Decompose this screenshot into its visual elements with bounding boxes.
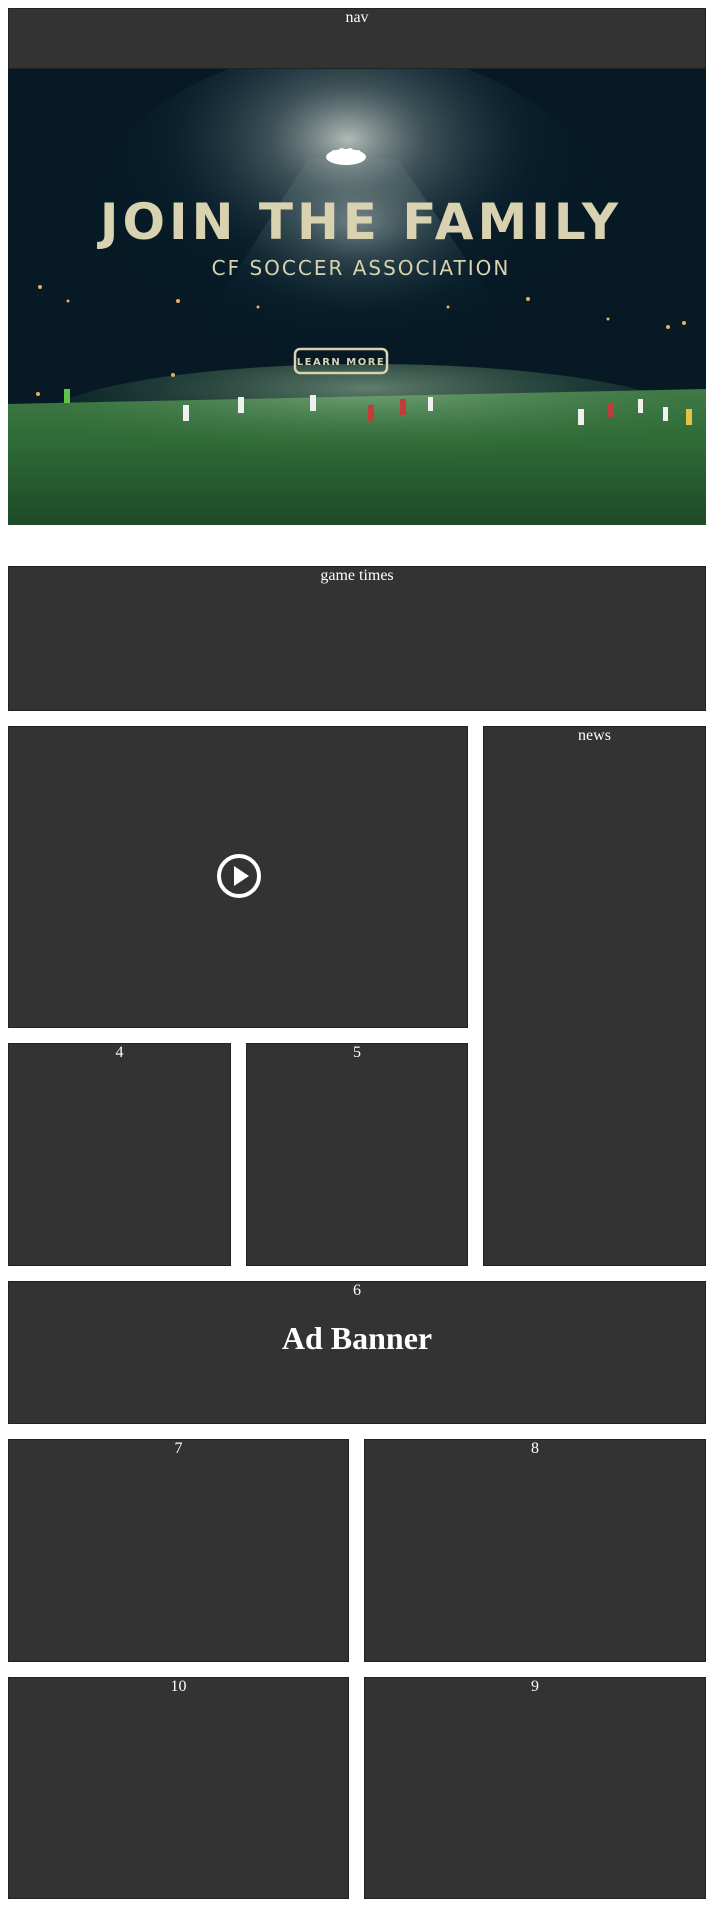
ad-banner-panel: 6 Ad Banner: [8, 1281, 706, 1424]
grid-box-10-label: 10: [170, 1678, 187, 1695]
play-icon[interactable]: [216, 853, 262, 899]
hero-headline: JOIN THE FAMILY: [97, 193, 622, 251]
news-panel: news: [483, 726, 706, 1266]
grid-box-6-label: 6: [353, 1282, 361, 1299]
learn-more-label: LEARN MORE: [297, 357, 385, 368]
game-times-panel: game times: [8, 566, 706, 711]
news-label: news: [578, 727, 611, 744]
grid-box-8: 8: [364, 1439, 706, 1662]
grid-box-7-label: 7: [174, 1440, 183, 1457]
grid-box-8-label: 8: [531, 1440, 539, 1457]
grid-box-5-label: 5: [353, 1044, 361, 1061]
nav-bar: nav: [8, 8, 706, 69]
game-times-label: game times: [320, 567, 394, 584]
ad-banner-title: Ad Banner: [281, 1320, 433, 1356]
grid-box-4: 4: [8, 1043, 231, 1266]
nav-label: nav: [345, 9, 369, 26]
grid-box-7: 7: [8, 1439, 349, 1662]
grid-box-4-label: 4: [115, 1044, 124, 1061]
hero-image: JOIN THE FAMILY CF SOCCER ASSOCIATION LE…: [8, 69, 706, 525]
grid-box-9-label: 9: [531, 1678, 539, 1695]
grid-box-5: 5: [246, 1043, 468, 1266]
grid-box-9: 9: [364, 1677, 706, 1899]
grid-box-10: 10: [8, 1677, 349, 1899]
hero-banner: JOIN THE FAMILY CF SOCCER ASSOCIATION LE…: [8, 69, 706, 525]
video-panel: [8, 726, 468, 1028]
hero-subheadline: CF SOCCER ASSOCIATION: [212, 256, 511, 280]
